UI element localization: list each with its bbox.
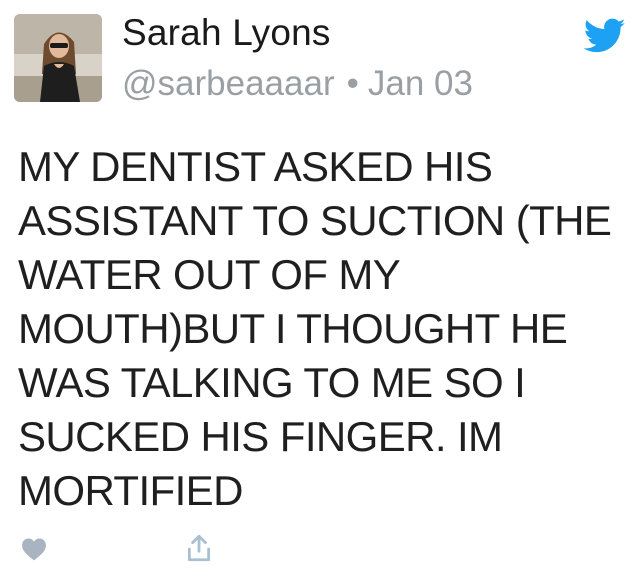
share-icon[interactable]	[186, 533, 212, 563]
tweet-text-line: ASSISTANT TO SUCTION (THE	[18, 197, 612, 244]
tweet-text-line: MOUTH)BUT I THOUGHT HE	[18, 305, 568, 352]
meta-separator: •	[346, 64, 359, 103]
tweet-card: Sarah Lyons @sarbeaaaar • Jan 03 MY DENTIS…	[0, 0, 640, 579]
avatar[interactable]	[14, 14, 102, 102]
twitter-bird-icon[interactable]	[584, 18, 626, 54]
tweet-text-line: WAS TALKING TO ME SO I	[18, 359, 526, 406]
tweet-text-line: WATER OUT OF MY	[18, 251, 401, 298]
tweet-text-line: MORTIFIED	[18, 467, 243, 514]
avatar-photo	[14, 14, 102, 102]
tweet-date[interactable]: Jan 03	[368, 64, 473, 103]
user-handle[interactable]: @sarbeaaaar	[122, 64, 335, 103]
heart-icon[interactable]	[21, 537, 47, 561]
tweet-text-line: MY DENTIST ASKED HIS	[18, 143, 493, 190]
tweet-text: MY DENTIST ASKED HIS ASSISTANT TO SUCTIO…	[18, 140, 630, 518]
tweet-meta: @sarbeaaaar • Jan 03	[122, 64, 473, 104]
display-name[interactable]: Sarah Lyons	[122, 12, 331, 54]
tweet-text-line: SUCKED HIS FINGER. IM	[18, 413, 503, 460]
